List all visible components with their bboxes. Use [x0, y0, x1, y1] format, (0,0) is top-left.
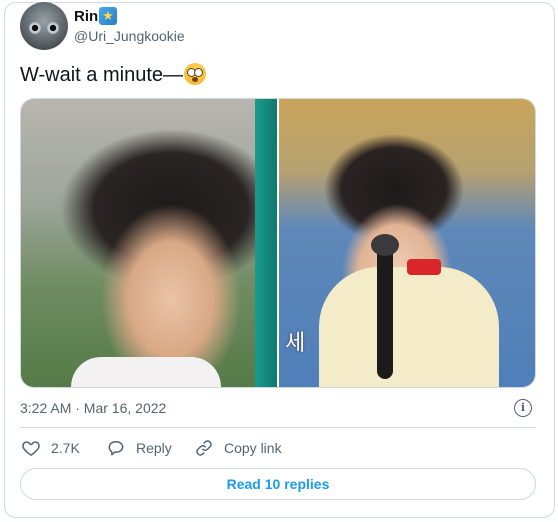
like-button[interactable]: 2.7K	[21, 437, 80, 459]
like-count: 2.7K	[51, 440, 80, 456]
author-handle[interactable]: @Uri_Jungkookie	[74, 28, 185, 45]
timestamp[interactable]: 3:22 AM · Mar 16, 2022	[20, 400, 166, 417]
star-badge-icon: ★	[99, 7, 117, 25]
avatar-eye	[29, 22, 41, 34]
link-icon	[196, 440, 212, 456]
reply-button[interactable]: Reply	[106, 437, 172, 459]
avatar[interactable]	[20, 2, 68, 50]
copy-link-button[interactable]: Copy link	[194, 437, 282, 459]
tweet-text-content: W-wait a minute—	[20, 64, 184, 86]
author-name[interactable]: Rin	[74, 8, 98, 26]
reply-label: Reply	[136, 440, 172, 456]
flushed-face-emoji-icon	[184, 63, 207, 85]
microphone-head	[371, 234, 399, 256]
background-strip	[255, 99, 277, 387]
shirt	[71, 357, 221, 387]
read-replies-button[interactable]: Read 10 replies	[20, 468, 536, 500]
boy-portrait-photo[interactable]	[21, 99, 277, 387]
tweet-text: W-wait a minute—	[20, 62, 207, 88]
jacket	[319, 267, 499, 387]
tweet-media[interactable]: 세	[20, 98, 536, 388]
red-bow-tie	[407, 259, 441, 275]
avatar-eye	[47, 22, 59, 34]
divider	[20, 427, 536, 428]
microphone	[377, 239, 393, 379]
reply-bubble-icon	[108, 441, 124, 456]
info-icon[interactable]: i	[514, 399, 532, 417]
heart-icon	[22, 441, 40, 456]
photo-caption: 세	[285, 331, 306, 356]
boy-with-microphone-photo[interactable]: 세	[279, 99, 535, 387]
copy-link-label: Copy link	[224, 440, 282, 456]
